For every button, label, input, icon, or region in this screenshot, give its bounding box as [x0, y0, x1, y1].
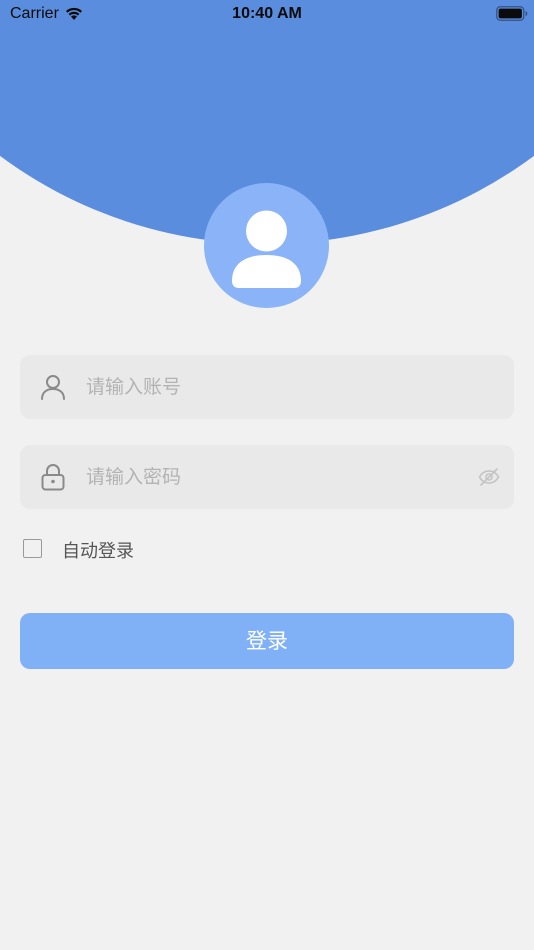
- remember-checkbox[interactable]: [23, 539, 42, 558]
- account-field[interactable]: [20, 355, 514, 419]
- person-icon: [232, 210, 301, 288]
- battery-icon: [496, 6, 528, 21]
- avatar: [204, 183, 329, 308]
- account-input[interactable]: [86, 355, 466, 419]
- password-field[interactable]: [20, 445, 514, 509]
- eye-slash-icon[interactable]: [478, 467, 500, 487]
- status-time: 10:40 AM: [232, 5, 302, 22]
- password-input[interactable]: [86, 445, 466, 509]
- login-button[interactable]: 登录: [20, 613, 514, 669]
- lock-icon: [41, 464, 65, 491]
- status-bar: Carrier 10:40 AM: [0, 0, 534, 28]
- remember-label: 自动登录: [62, 541, 134, 562]
- user-icon: [41, 375, 65, 400]
